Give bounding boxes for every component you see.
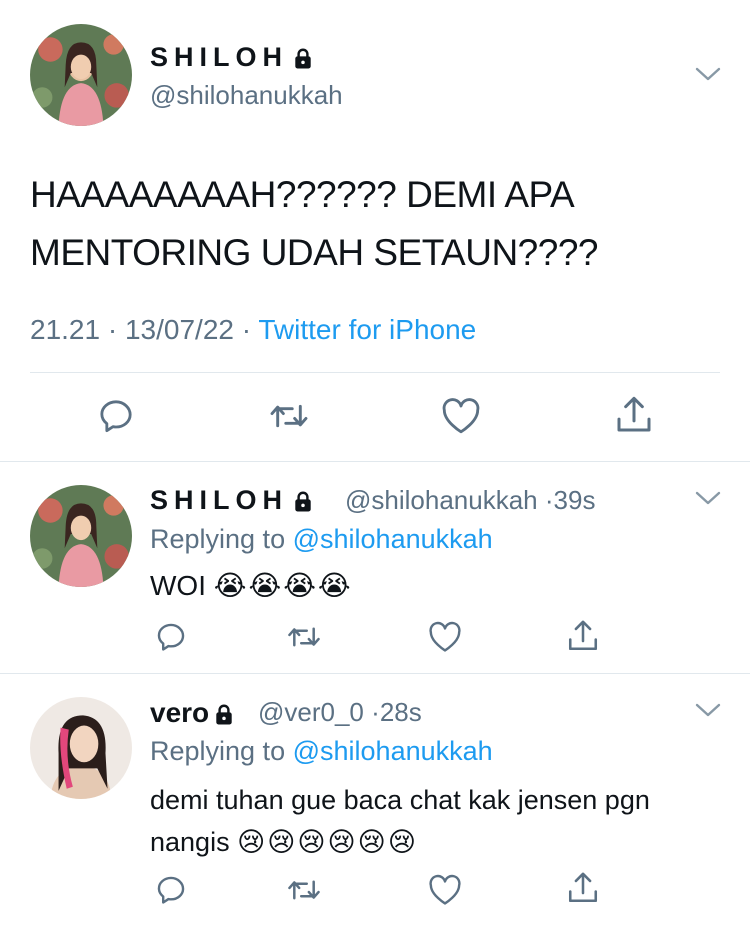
heart-icon bbox=[429, 621, 461, 652]
lock-icon bbox=[292, 45, 314, 76]
retweet-icon bbox=[288, 880, 320, 900]
crying-emoji: 😭😭😭😭 bbox=[213, 570, 353, 601]
reply-text: WOI 😭😭😭😭 bbox=[150, 566, 353, 606]
retweet-button[interactable] bbox=[268, 396, 310, 436]
sad-emoji: 😢😢😢😢😢😢 bbox=[237, 827, 418, 857]
main-tweet-display-name[interactable]: SHILOH bbox=[150, 42, 314, 76]
like-button[interactable] bbox=[428, 621, 462, 653]
reply-age[interactable]: 28s bbox=[380, 697, 422, 727]
reply-handle[interactable]: @shilohanukkah bbox=[345, 485, 538, 515]
reply-handle-line: @shilohanukkah ·39s bbox=[345, 485, 595, 516]
section-divider bbox=[0, 673, 750, 674]
main-tweet-avatar[interactable] bbox=[30, 24, 132, 126]
display-name-text: vero bbox=[150, 697, 210, 728]
tweet-date[interactable]: 13/07/22 bbox=[125, 314, 234, 345]
share-button[interactable] bbox=[566, 870, 600, 906]
display-name-text: SHILOH bbox=[150, 485, 289, 515]
main-tweet-text-line2: MENTORING UDAH SETAUN???? bbox=[30, 232, 598, 273]
main-tweet-divider bbox=[30, 372, 720, 373]
heart-icon bbox=[429, 874, 461, 905]
share-icon bbox=[568, 872, 598, 903]
main-tweet-meta: 21.21 · 13/07/22 · Twitter for iPhone bbox=[30, 314, 476, 346]
section-divider bbox=[0, 461, 750, 462]
like-button[interactable] bbox=[428, 874, 462, 906]
reply-handle[interactable]: @ver0_0 bbox=[258, 697, 364, 727]
chevron-down-icon[interactable] bbox=[695, 702, 721, 718]
main-tweet-text: HAAAAAAAAH?????? DEMI APA MENTORING UDAH… bbox=[30, 166, 598, 282]
reply-button[interactable] bbox=[154, 873, 188, 907]
heart-icon bbox=[442, 398, 480, 434]
tweet-source-link[interactable]: Twitter for iPhone bbox=[258, 314, 476, 345]
reply-icon bbox=[100, 400, 132, 433]
replying-to-line: Replying to @shilohanukkah bbox=[150, 524, 493, 555]
main-tweet-handle[interactable]: @shilohanukkah bbox=[150, 80, 343, 111]
reply-avatar[interactable] bbox=[30, 485, 132, 587]
chevron-down-icon[interactable] bbox=[695, 66, 721, 82]
display-name-text: SHILOH bbox=[150, 42, 289, 72]
reply-button[interactable] bbox=[96, 396, 136, 436]
reply-text-body: WOI bbox=[150, 570, 206, 601]
replying-to-handle[interactable]: @shilohanukkah bbox=[293, 524, 493, 554]
main-tweet-text-line1: HAAAAAAAAH?????? DEMI APA bbox=[30, 174, 575, 215]
share-button[interactable] bbox=[614, 394, 654, 436]
replying-to-line: Replying to @shilohanukkah bbox=[150, 736, 493, 767]
like-button[interactable] bbox=[441, 397, 481, 435]
tweet-time[interactable]: 21.21 bbox=[30, 314, 100, 345]
chevron-down-icon[interactable] bbox=[695, 490, 721, 506]
retweet-button[interactable] bbox=[286, 620, 322, 654]
reply-handle-line: @ver0_0 ·28s bbox=[258, 697, 422, 728]
meta-separator: · bbox=[107, 314, 118, 345]
reply-text-line2: nangis bbox=[150, 827, 230, 857]
reply-avatar[interactable] bbox=[30, 697, 132, 799]
replying-to-handle[interactable]: @shilohanukkah bbox=[293, 736, 493, 766]
share-button[interactable] bbox=[566, 618, 600, 654]
retweet-icon bbox=[270, 404, 308, 428]
reply-icon bbox=[157, 623, 185, 651]
meta-separator: · bbox=[241, 314, 252, 345]
reply-text: demi tuhan gue baca chat kak jensen pgn … bbox=[150, 779, 650, 863]
reply-display-name[interactable]: vero bbox=[150, 697, 235, 732]
lock-icon bbox=[213, 700, 235, 732]
reply-age[interactable]: 39s bbox=[554, 485, 596, 515]
reply-icon bbox=[157, 876, 185, 904]
retweet-button[interactable] bbox=[286, 873, 322, 907]
share-icon bbox=[617, 396, 651, 432]
share-icon bbox=[568, 620, 598, 651]
retweet-icon bbox=[288, 627, 320, 647]
replying-to-label: Replying to bbox=[150, 736, 286, 766]
lock-icon bbox=[292, 488, 314, 519]
reply-text-line1: demi tuhan gue baca chat kak jensen pgn bbox=[150, 785, 650, 815]
reply-button[interactable] bbox=[154, 620, 188, 654]
replying-to-label: Replying to bbox=[150, 524, 286, 554]
reply-display-name[interactable]: SHILOH bbox=[150, 485, 314, 519]
meta-separator: · bbox=[371, 697, 380, 727]
meta-separator: · bbox=[544, 485, 554, 515]
